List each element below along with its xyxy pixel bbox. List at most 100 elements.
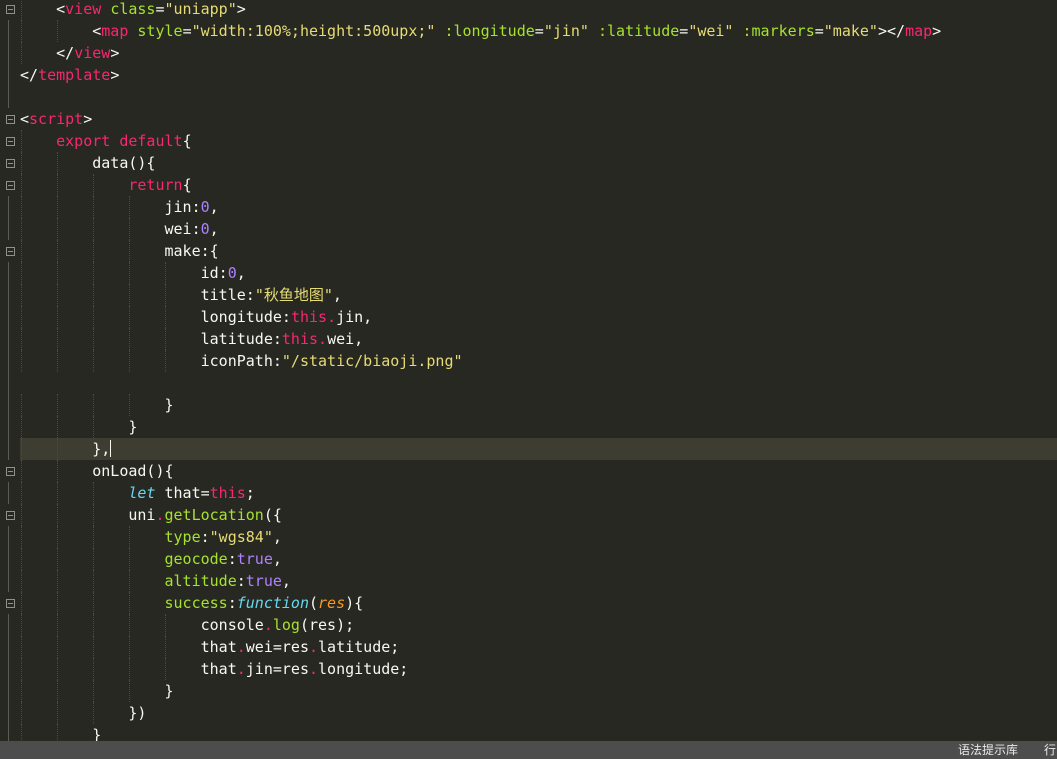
code-line[interactable]: let that=this; xyxy=(20,482,1057,504)
fold-range-line xyxy=(8,438,9,460)
code-token: export xyxy=(56,132,111,150)
indent-guide xyxy=(93,196,94,218)
code-line[interactable]: that.jin=res.longitude; xyxy=(20,658,1057,680)
code-line[interactable] xyxy=(20,86,1057,108)
code-token: 0 xyxy=(200,198,210,216)
indent-guide xyxy=(21,130,22,152)
fold-range-line xyxy=(8,196,9,218)
indent-guide xyxy=(21,614,22,636)
code-line[interactable]: jin:0, xyxy=(20,196,1057,218)
code-token: . xyxy=(236,638,246,656)
code-line[interactable]: latitude:this.wei, xyxy=(20,328,1057,350)
code-token: = xyxy=(534,22,544,40)
code-line[interactable]: } xyxy=(20,416,1057,438)
fold-range-line xyxy=(8,20,9,42)
indent-guide xyxy=(57,416,58,438)
code-line[interactable]: } xyxy=(20,724,1057,741)
code-line[interactable]: onLoad(){ xyxy=(20,460,1057,482)
indent-guide xyxy=(21,482,22,504)
indent-guide xyxy=(57,262,58,284)
indent-guide xyxy=(129,218,130,240)
code-line[interactable]: console.log(res); xyxy=(20,614,1057,636)
indent-guide xyxy=(93,262,94,284)
code-line[interactable]: longitude:this.jin, xyxy=(20,306,1057,328)
code-token: style xyxy=(137,22,183,40)
indent-guide xyxy=(57,724,58,741)
code-token: jin=res xyxy=(245,660,309,678)
code-token: wei, xyxy=(327,330,364,348)
code-token: "wei" xyxy=(688,22,734,40)
code-token: > xyxy=(877,22,887,40)
code-line[interactable]: success:function(res){ xyxy=(20,592,1057,614)
code-line[interactable] xyxy=(20,372,1057,394)
code-line[interactable]: <script> xyxy=(20,108,1057,130)
code-line[interactable]: uni.getLocation({ xyxy=(20,504,1057,526)
fold-toggle-icon[interactable] xyxy=(6,159,15,168)
fold-range-line xyxy=(8,372,9,394)
line-indicator: 行 xyxy=(1044,743,1057,757)
code-line[interactable]: }) xyxy=(20,702,1057,724)
code-line[interactable]: <map style="width:100%;height:500upx;" :… xyxy=(20,20,1057,42)
fold-toggle-icon[interactable] xyxy=(6,599,15,608)
code-token: let xyxy=(128,484,156,502)
fold-toggle-icon[interactable] xyxy=(6,247,15,256)
code-token: wei: xyxy=(164,220,201,238)
indent-guide xyxy=(57,680,58,702)
code-token: (res); xyxy=(299,616,355,634)
code-line[interactable]: export default{ xyxy=(20,130,1057,152)
code-line[interactable]: }, xyxy=(20,438,1057,460)
fold-toggle-icon[interactable] xyxy=(6,137,15,146)
code-line[interactable]: that.wei=res.latitude; xyxy=(20,636,1057,658)
indent-guide xyxy=(57,548,58,570)
code-line[interactable]: } xyxy=(20,680,1057,702)
fold-range-line xyxy=(8,284,9,306)
fold-toggle-icon[interactable] xyxy=(6,115,15,124)
indent-guide xyxy=(93,592,94,614)
code-token: altitude xyxy=(164,572,237,590)
code-editor[interactable]: <view class="uniapp"> <map style="width:… xyxy=(0,0,1057,741)
code-line[interactable]: return{ xyxy=(20,174,1057,196)
code-line[interactable]: type:"wgs84", xyxy=(20,526,1057,548)
code-line[interactable]: id:0, xyxy=(20,262,1057,284)
fold-toggle-icon[interactable] xyxy=(6,511,15,520)
code-line[interactable]: altitude:true, xyxy=(20,570,1057,592)
code-token: data(){ xyxy=(92,154,156,172)
code-line[interactable]: } xyxy=(20,394,1057,416)
code-line[interactable]: </view> xyxy=(20,42,1057,64)
fold-toggle-icon[interactable] xyxy=(6,181,15,190)
code-token: that xyxy=(200,660,237,678)
code-token: view xyxy=(74,44,111,62)
indent-guide xyxy=(129,328,130,350)
code-line[interactable]: </template> xyxy=(20,64,1057,86)
indent-guide xyxy=(21,680,22,702)
code-token: 0 xyxy=(227,264,237,282)
indent-guide xyxy=(165,284,166,306)
indent-guide xyxy=(129,262,130,284)
fold-toggle-icon[interactable] xyxy=(6,467,15,476)
indent-guide xyxy=(93,614,94,636)
indent-guide xyxy=(21,262,22,284)
code-line[interactable]: <view class="uniapp"> xyxy=(20,0,1057,20)
indent-guide xyxy=(57,306,58,328)
indent-guide xyxy=(57,328,58,350)
code-token: </ xyxy=(887,22,906,40)
code-line[interactable]: make:{ xyxy=(20,240,1057,262)
fold-toggle-icon[interactable] xyxy=(6,5,15,14)
indent-guide xyxy=(93,636,94,658)
code-line[interactable]: title:"秋鱼地图", xyxy=(20,284,1057,306)
code-token: < xyxy=(56,0,66,18)
code-line[interactable]: data(){ xyxy=(20,152,1057,174)
code-token: . xyxy=(236,660,246,678)
code-token: :latitude xyxy=(598,22,680,40)
code-line[interactable]: geocode:true, xyxy=(20,548,1057,570)
code-token: }, xyxy=(92,440,111,458)
indent-guide xyxy=(21,284,22,306)
syntax-hint-library-button[interactable]: 语法提示库 xyxy=(958,742,1018,758)
code-token: "秋鱼地图" xyxy=(254,286,333,304)
code-line[interactable]: iconPath:"/static/biaoji.png" xyxy=(20,350,1057,372)
code-line[interactable]: wei:0, xyxy=(20,218,1057,240)
code-token: . xyxy=(318,330,328,348)
